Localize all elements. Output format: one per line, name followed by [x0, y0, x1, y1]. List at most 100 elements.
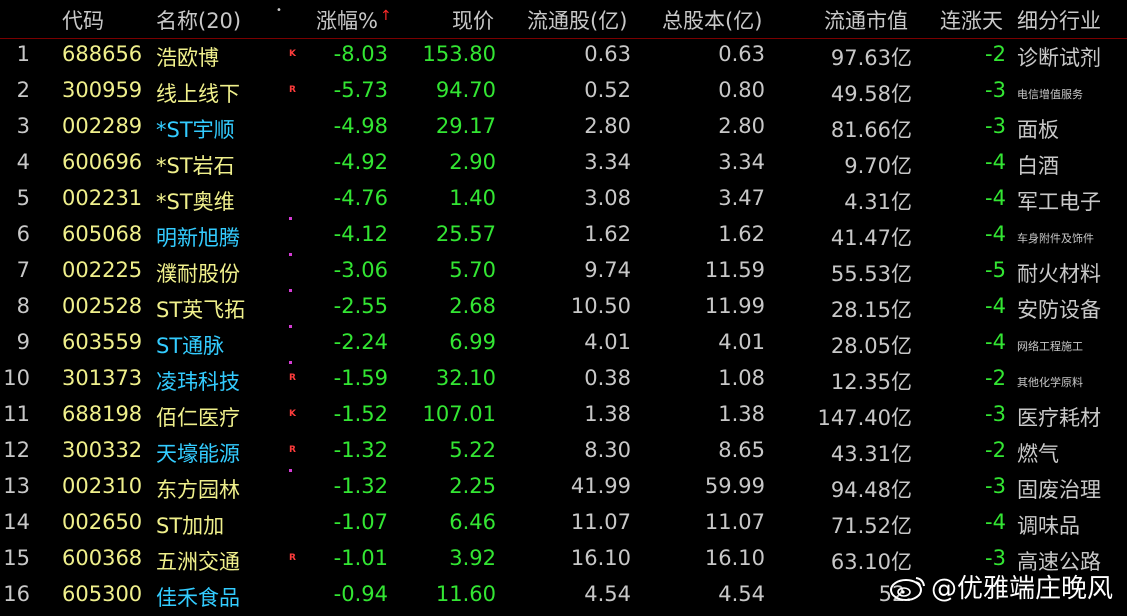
stock-code: 600696 [62, 150, 143, 174]
stock-name: 天壕能源 [156, 442, 240, 466]
float-shares: 10.50 [570, 294, 631, 318]
header-name[interactable]: 名称(20) [156, 5, 241, 35]
float-shares: 41.99 [570, 474, 631, 498]
float-mcap: 147.40亿 [817, 406, 912, 430]
rise-streak: -3 [985, 114, 1006, 138]
header-price[interactable]: 现价 [452, 5, 494, 35]
header-float-shares[interactable]: 流通股(亿) [527, 5, 627, 35]
stock-name: 明新旭腾 [156, 226, 240, 250]
row-index: 4 [16, 150, 30, 174]
current-price: 5.22 [449, 438, 496, 462]
row-index: 14 [3, 510, 30, 534]
sort-arrow-icon: ↑ [379, 8, 392, 24]
stock-name: ST英飞拓 [156, 298, 246, 322]
float-mcap: 28.15亿 [830, 298, 912, 322]
rise-streak: -3 [985, 402, 1006, 426]
table-row[interactable]: 9 603559 ST通脉 -2.24 6.99 4.01 4.01 28.05亿 -4 网络工程… [0, 325, 1127, 362]
stock-name: 佳禾食品 [156, 586, 240, 610]
float-shares: 16.10 [570, 546, 631, 570]
table-row[interactable]: 1 688656 浩欧博 -8.03 153.80 0.63 0.63 97.63亿 -2 诊断试… [0, 38, 1127, 74]
table-row[interactable]: 6 605068 明新旭腾 -4.12 25.57 1.62 1.62 41.47亿 -4 车身附… [0, 217, 1127, 254]
table-row[interactable]: 11 688198 佰仁医疗 -1.52 107.01 1.38 1.38 147.40亿 -3… [0, 398, 1127, 434]
float-mcap: 49.58亿 [830, 82, 912, 106]
change-pct: -4.98 [333, 114, 388, 138]
change-pct: -4.12 [333, 222, 388, 246]
industry: 安防设备 [1017, 298, 1101, 322]
change-pct: -4.76 [333, 186, 388, 210]
table-row[interactable]: 14 002650 ST加加 -1.07 6.46 11.07 11.07 71.52亿 -4 调… [0, 506, 1127, 542]
table-row[interactable]: 7 002225 濮耐股份 -3.06 5.70 9.74 11.59 55.53亿 -5 耐火材… [0, 253, 1127, 290]
stock-name: ST通脉 [156, 334, 225, 358]
total-shares: 16.10 [704, 546, 765, 570]
current-price: 153.80 [422, 42, 496, 66]
flag-marker-icon [289, 217, 292, 220]
industry: 面板 [1017, 118, 1059, 142]
total-shares: 0.63 [718, 42, 765, 66]
table-row[interactable]: 12 300332 天壕能源 -1.32 5.22 8.30 8.65 43.31亿 -2 燃气 R [0, 434, 1127, 470]
header-pct[interactable]: 涨幅% ↑ [316, 5, 392, 35]
flag-marker-icon [289, 253, 292, 256]
float-shares: 11.07 [570, 510, 631, 534]
header-code[interactable]: 代码 [62, 5, 104, 35]
change-pct: -5.73 [333, 78, 388, 102]
industry: 固废治理 [1017, 478, 1101, 502]
industry: 其他化学原料 [1017, 376, 1083, 389]
industry: 电信增值服务 [1017, 88, 1083, 101]
current-price: 32.10 [435, 366, 496, 390]
header-total-shares[interactable]: 总股本(亿) [662, 5, 762, 35]
table-row[interactable]: 8 002528 ST英飞拓 -2.55 2.68 10.50 11.99 28.15亿 -4 安… [0, 289, 1127, 326]
row-index: 9 [16, 330, 30, 354]
board-tag: R [289, 373, 296, 383]
stock-code: 603559 [62, 330, 143, 354]
change-pct: -0.94 [333, 582, 388, 606]
change-pct: -1.32 [333, 474, 388, 498]
table-row[interactable]: 4 600696 *ST岩石 -4.92 2.90 3.34 3.34 9.70亿 -4 白酒 [0, 146, 1127, 182]
rise-streak: -4 [985, 330, 1006, 354]
watermark-text: @优雅端庄晚风 [930, 574, 1113, 604]
float-mcap: 41.47亿 [830, 226, 912, 250]
table-row[interactable]: 13 002310 东方园林 -1.32 2.25 41.99 59.99 94.48亿 -3 固… [0, 469, 1127, 506]
current-price: 11.60 [435, 582, 496, 606]
table-header: 代码 名称(20) • 涨幅% ↑ 现价 流通股(亿) 总股本(亿) 流通市值 连… [0, 0, 1127, 39]
float-shares: 9.74 [584, 258, 631, 282]
table-row[interactable]: 5 002231 *ST奥维 -4.76 1.40 3.08 3.47 4.31亿 -4 军工电子 [0, 182, 1127, 218]
float-mcap: 28.05亿 [830, 334, 912, 358]
table-row[interactable]: 10 301373 凌玮科技 -1.59 32.10 0.38 1.08 12.35亿 -2 其他… [0, 361, 1127, 398]
row-index: 2 [16, 78, 30, 102]
stock-name: 线上线下 [156, 82, 240, 106]
current-price: 107.01 [422, 402, 496, 426]
total-shares: 11.59 [704, 258, 765, 282]
change-pct: -4.92 [333, 150, 388, 174]
row-index: 13 [3, 474, 30, 498]
row-index: 15 [3, 546, 30, 570]
industry: 网络工程施工 [1017, 340, 1083, 353]
rise-streak: -3 [985, 474, 1006, 498]
float-shares: 1.62 [584, 222, 631, 246]
float-shares: 0.63 [584, 42, 631, 66]
flag-marker-icon [289, 361, 292, 364]
industry: 车身附件及饰件 [1017, 232, 1094, 245]
rise-streak: -4 [985, 294, 1006, 318]
stock-code: 688198 [62, 402, 143, 426]
float-shares: 3.08 [584, 186, 631, 210]
total-shares: 11.99 [704, 294, 765, 318]
table-row[interactable]: 2 300959 线上线下 -5.73 94.70 0.52 0.80 49.58亿 -3 电信增… [0, 74, 1127, 110]
stock-name: ST加加 [156, 514, 225, 538]
float-mcap: 81.66亿 [830, 118, 912, 142]
float-mcap: 71.52亿 [830, 514, 912, 538]
header-streak[interactable]: 连涨天 [940, 5, 1003, 35]
float-shares: 4.01 [584, 330, 631, 354]
float-mcap: 55.53亿 [830, 262, 912, 286]
stock-name: *ST岩石 [156, 154, 235, 178]
stock-code: 002310 [62, 474, 143, 498]
float-shares: 8.30 [584, 438, 631, 462]
stock-code: 605068 [62, 222, 143, 246]
weibo-icon [889, 577, 925, 601]
float-shares: 0.38 [584, 366, 631, 390]
header-float-mcap[interactable]: 流通市值 [824, 5, 908, 35]
header-industry[interactable]: 细分行业 [1017, 5, 1101, 35]
current-price: 5.70 [449, 258, 496, 282]
current-price: 2.90 [449, 150, 496, 174]
table-row[interactable]: 3 002289 *ST宇顺 -4.98 29.17 2.80 2.80 81.66亿 -3 面板 [0, 110, 1127, 146]
stock-name: 东方园林 [156, 478, 240, 502]
